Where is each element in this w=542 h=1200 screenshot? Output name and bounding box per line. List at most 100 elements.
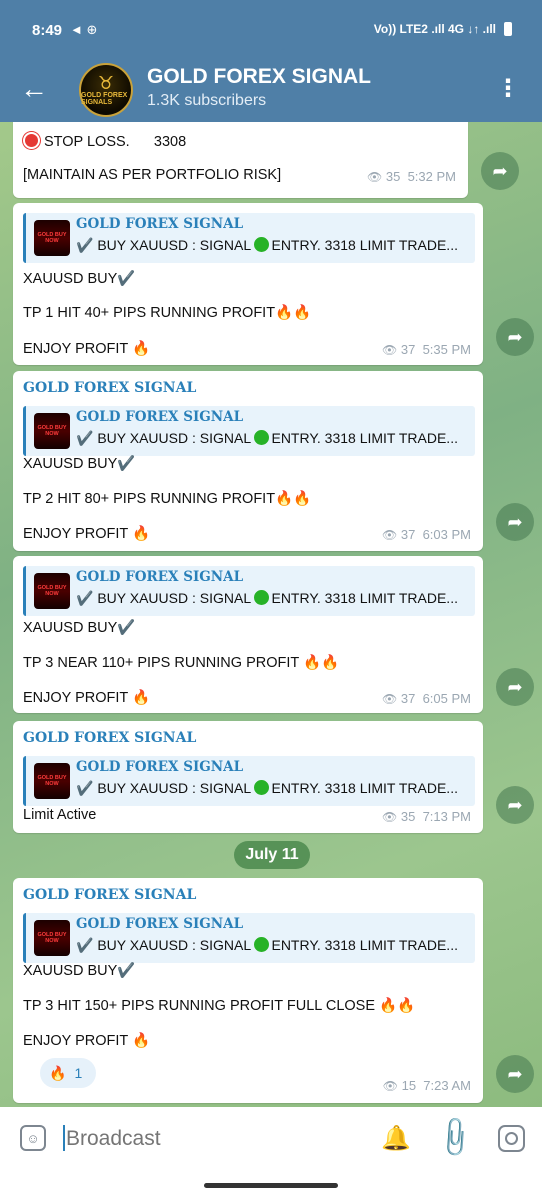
message-text: ENJOY PROFIT 🔥: [23, 690, 151, 706]
reply-text-b: ENTRY. 3318 LIMIT TRADE...: [271, 937, 458, 953]
reply-title: GOLD FOREX SIGNAL: [76, 569, 244, 585]
more-options-button[interactable]: ⋮: [496, 74, 520, 104]
green-circle-icon: [254, 430, 270, 445]
subscriber-count: 1.3K subscribers: [147, 92, 267, 109]
message-bubble[interactable]: GOLD FOREX SIGNAL GOLD BUY NOW GOLD FORE…: [13, 721, 483, 833]
message-text: ENJOY PROFIT 🔥: [23, 1033, 151, 1049]
view-count: 35: [385, 169, 401, 184]
view-count: 15: [401, 1078, 417, 1093]
views-icon: 👁: [367, 170, 383, 184]
home-gesture-handle[interactable]: [204, 1183, 338, 1188]
reply-thumbnail: GOLD BUY NOW: [34, 763, 70, 799]
bull-logo-icon: ♉: [97, 73, 115, 93]
channel-header: ← ♉ GOLD FOREX SIGNALS GOLD FOREX SIGNAL…: [0, 60, 542, 122]
reply-preview[interactable]: GOLD BUY NOW GOLD FOREX SIGNAL ✔️ BUY XA…: [23, 756, 475, 806]
message-time: 7:13 PM: [422, 809, 471, 824]
chat-area[interactable]: STOP LOSS. 3308 [MAINTAIN AS PER PORTFOL…: [0, 122, 542, 1107]
reaction-chip[interactable]: 🔥 1: [40, 1058, 96, 1088]
reply-text: ✔️ BUY XAUUSD : SIGNAL ENTRY. 3318 LIMIT…: [76, 430, 458, 447]
camera-icon[interactable]: [498, 1125, 525, 1152]
message-time: 5:35 PM: [422, 342, 471, 357]
reaction-count: 1: [74, 1065, 83, 1081]
message-meta: 👁 15 7:23 AM: [383, 1078, 471, 1093]
message-time: 7:23 AM: [423, 1078, 471, 1093]
green-circle-icon: [254, 590, 270, 605]
sender-name[interactable]: GOLD FOREX SIGNAL: [23, 380, 196, 396]
message-time: 6:05 PM: [422, 691, 471, 706]
message-text: Limit Active: [23, 807, 97, 823]
views-icon: 👁: [382, 528, 398, 542]
sender-name[interactable]: GOLD FOREX SIGNAL: [23, 887, 196, 903]
status-notification-icons: ◄ ⊕: [70, 22, 98, 37]
message-meta: 👁 37 6:05 PM: [382, 691, 471, 706]
reply-thumbnail: GOLD BUY NOW: [34, 220, 70, 256]
reply-text-b: ENTRY. 3318 LIMIT TRADE...: [271, 590, 458, 606]
message-time: 6:03 PM: [422, 527, 471, 542]
avatar-text: GOLD FOREX SIGNALS: [81, 92, 128, 106]
reply-title: GOLD FOREX SIGNAL: [76, 216, 244, 232]
text-cursor: [63, 1125, 65, 1151]
bell-icon[interactable]: 🔔: [381, 1124, 411, 1153]
network-signal-icons: Vo)) LTE2 .ıll 4G ↓↑ .ıll: [373, 22, 496, 36]
broadcast-input[interactable]: [66, 1127, 356, 1151]
reply-preview[interactable]: GOLD BUY NOW GOLD FOREX SIGNAL ✔️ BUY XA…: [23, 213, 475, 263]
message-bubble[interactable]: GOLD BUY NOW GOLD FOREX SIGNAL ✔️ BUY XA…: [13, 203, 483, 365]
attach-icon[interactable]: 📎: [431, 1114, 479, 1162]
reply-text: ✔️ BUY XAUUSD : SIGNAL ENTRY. 3318 LIMIT…: [76, 780, 458, 797]
stop-loss-line: STOP LOSS. 3308: [23, 132, 186, 150]
view-count: 37: [400, 527, 416, 542]
reply-preview[interactable]: GOLD BUY NOW GOLD FOREX SIGNAL ✔️ BUY XA…: [23, 566, 475, 616]
message-meta: 👁 35 7:13 PM: [382, 809, 471, 824]
reply-text-a: ✔️ BUY XAUUSD : SIGNAL: [76, 780, 255, 796]
status-time: 8:49: [32, 22, 63, 39]
forward-button[interactable]: ➦: [496, 786, 534, 824]
status-right-icons: Vo)) LTE2 .ıll 4G ↓↑ .ıll: [374, 22, 512, 36]
message-text: TP 3 HIT 150+ PIPS RUNNING PROFIT FULL C…: [23, 998, 416, 1014]
reply-preview[interactable]: GOLD BUY NOW GOLD FOREX SIGNAL ✔️ BUY XA…: [23, 913, 475, 963]
channel-title[interactable]: GOLD FOREX SIGNAL: [147, 65, 371, 89]
green-circle-icon: [254, 937, 270, 952]
reply-text: ✔️ BUY XAUUSD : SIGNAL ENTRY. 3318 LIMIT…: [76, 590, 458, 607]
views-icon: 👁: [382, 692, 398, 706]
sender-name[interactable]: GOLD FOREX SIGNAL: [23, 730, 196, 746]
reply-text-b: ENTRY. 3318 LIMIT TRADE...: [271, 237, 458, 253]
reply-title: GOLD FOREX SIGNAL: [76, 759, 244, 775]
stop-sign-icon: [23, 132, 40, 149]
channel-avatar[interactable]: ♉ GOLD FOREX SIGNALS: [79, 63, 133, 117]
view-count: 37: [400, 342, 416, 357]
message-text: TP 2 HIT 80+ PIPS RUNNING PROFIT🔥🔥: [23, 491, 312, 507]
message-bubble[interactable]: STOP LOSS. 3308 [MAINTAIN AS PER PORTFOL…: [13, 122, 468, 198]
message-bubble[interactable]: GOLD FOREX SIGNAL GOLD BUY NOW GOLD FORE…: [13, 878, 483, 1103]
view-count: 35: [400, 809, 416, 824]
stop-loss-label: STOP LOSS.: [44, 134, 130, 150]
reply-text-a: ✔️ BUY XAUUSD : SIGNAL: [76, 937, 255, 953]
message-text: ENJOY PROFIT 🔥: [23, 526, 151, 542]
green-circle-icon: [254, 237, 270, 252]
forward-button[interactable]: ➦: [496, 1055, 534, 1093]
message-text: XAUUSD BUY✔️: [23, 963, 136, 979]
message-text: XAUUSD BUY✔️: [23, 456, 136, 472]
date-separator: July 11: [234, 841, 310, 869]
reply-text-a: ✔️ BUY XAUUSD : SIGNAL: [76, 590, 255, 606]
message-bubble[interactable]: GOLD BUY NOW GOLD FOREX SIGNAL ✔️ BUY XA…: [13, 556, 483, 713]
reply-text-b: ENTRY. 3318 LIMIT TRADE...: [271, 430, 458, 446]
reply-text-a: ✔️ BUY XAUUSD : SIGNAL: [76, 430, 255, 446]
reply-preview[interactable]: GOLD BUY NOW GOLD FOREX SIGNAL ✔️ BUY XA…: [23, 406, 475, 456]
views-icon: 👁: [382, 1079, 398, 1093]
reply-thumbnail: GOLD BUY NOW: [34, 413, 70, 449]
message-text: ENJOY PROFIT 🔥: [23, 341, 151, 357]
message-bubble[interactable]: GOLD FOREX SIGNAL GOLD BUY NOW GOLD FORE…: [13, 371, 483, 551]
message-text: XAUUSD BUY✔️: [23, 620, 136, 636]
forward-button[interactable]: ➦: [481, 152, 519, 190]
forward-button[interactable]: ➦: [496, 503, 534, 541]
view-count: 37: [400, 691, 416, 706]
reply-title: GOLD FOREX SIGNAL: [76, 916, 244, 932]
emoji-button[interactable]: ☺: [20, 1125, 46, 1151]
green-circle-icon: [254, 780, 270, 795]
forward-button[interactable]: ➦: [496, 318, 534, 356]
message-text: [MAINTAIN AS PER PORTFOLIO RISK]: [23, 167, 282, 183]
forward-button[interactable]: ➦: [496, 668, 534, 706]
message-time: 5:32 PM: [407, 169, 456, 184]
reply-thumbnail: GOLD BUY NOW: [34, 920, 70, 956]
back-button[interactable]: ←: [20, 74, 48, 104]
